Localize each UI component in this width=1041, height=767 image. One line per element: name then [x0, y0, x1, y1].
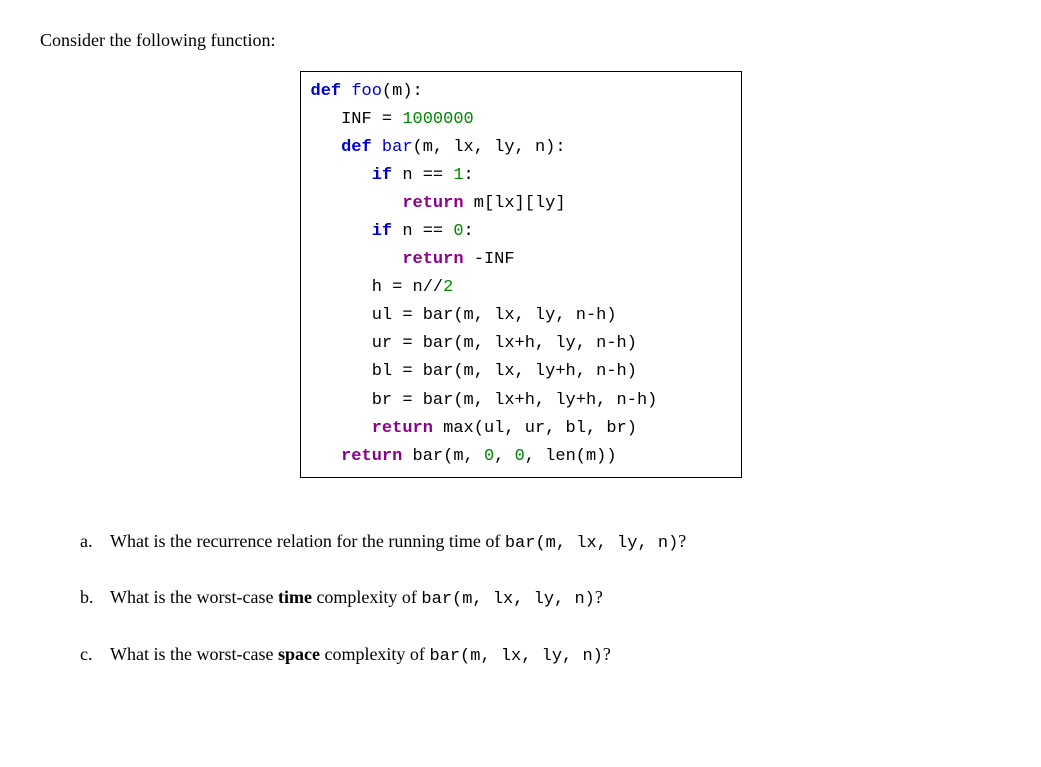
num: 0	[515, 447, 525, 466]
text: complexity of	[312, 587, 421, 607]
num: 0	[453, 222, 463, 241]
num: 1	[453, 166, 463, 185]
text: What is the recurrence relation for the …	[110, 531, 505, 551]
code-inline: bar(m, lx, ly, n)	[429, 647, 602, 666]
code-text: (m, lx, ly, n):	[413, 138, 566, 157]
question-c: c. What is the worst-case space complexi…	[80, 641, 1001, 670]
code-text: n ==	[392, 166, 453, 185]
questions-list: a. What is the recurrence relation for t…	[80, 528, 1001, 670]
code-text	[311, 447, 342, 466]
text: What is the worst-case	[110, 587, 278, 607]
question-b-text: What is the worst-case time complexity o…	[110, 584, 603, 613]
code-inline: bar(m, lx, ly, n)	[421, 590, 594, 609]
kw-if: if	[372, 166, 392, 185]
code-text: m[lx][ly]	[464, 194, 566, 213]
code-text: :	[464, 222, 474, 241]
bold-time: time	[278, 587, 312, 607]
marker-b: b.	[80, 584, 110, 613]
code-block: def foo(m): INF = 1000000 def bar(m, lx,…	[300, 71, 742, 478]
question-a: a. What is the recurrence relation for t…	[80, 528, 1001, 557]
num: 1000000	[402, 110, 473, 129]
text: complexity of	[320, 644, 429, 664]
marker-c: c.	[80, 641, 110, 670]
code-text	[311, 419, 372, 438]
code-text: br = bar(m, lx+h, ly+h, n-h)	[311, 391, 658, 410]
code-text: max(ul, ur, bl, br)	[433, 419, 637, 438]
code-text: bar(m,	[402, 447, 484, 466]
question-b: b. What is the worst-case time complexit…	[80, 584, 1001, 613]
kw-return: return	[372, 419, 433, 438]
question-a-text: What is the recurrence relation for the …	[110, 528, 686, 557]
fn-bar: bar	[382, 138, 413, 157]
code-text: bl = bar(m, lx, ly+h, n-h)	[311, 362, 637, 381]
code-text	[311, 222, 372, 241]
code-text: ur = bar(m, lx+h, ly, n-h)	[311, 334, 637, 353]
text: ?	[595, 587, 603, 607]
code-inline: bar(m, lx, ly, n)	[505, 534, 678, 553]
code-text: INF =	[311, 110, 403, 129]
kw-return: return	[402, 194, 463, 213]
code-text	[311, 194, 403, 213]
kw-def: def	[311, 82, 342, 101]
code-text: h = n//	[311, 278, 444, 297]
fn-foo: foo	[351, 82, 382, 101]
code-text: n ==	[392, 222, 453, 241]
kw-def: def	[341, 138, 372, 157]
intro-text: Consider the following function:	[40, 30, 1001, 51]
code-text: , len(m))	[525, 447, 617, 466]
text: ?	[603, 644, 611, 664]
code-text	[311, 250, 403, 269]
code-text: -INF	[464, 250, 515, 269]
code-text	[311, 166, 372, 185]
bold-space: space	[278, 644, 320, 664]
code-text: :	[464, 166, 474, 185]
text: ?	[678, 531, 686, 551]
kw-return: return	[402, 250, 463, 269]
num: 0	[484, 447, 494, 466]
code-text: (m):	[382, 82, 423, 101]
text: What is the worst-case	[110, 644, 278, 664]
code-text: ,	[494, 447, 514, 466]
marker-a: a.	[80, 528, 110, 557]
kw-return: return	[341, 447, 402, 466]
question-c-text: What is the worst-case space complexity …	[110, 641, 611, 670]
code-text: ul = bar(m, lx, ly, n-h)	[311, 306, 617, 325]
num: 2	[443, 278, 453, 297]
kw-if: if	[372, 222, 392, 241]
